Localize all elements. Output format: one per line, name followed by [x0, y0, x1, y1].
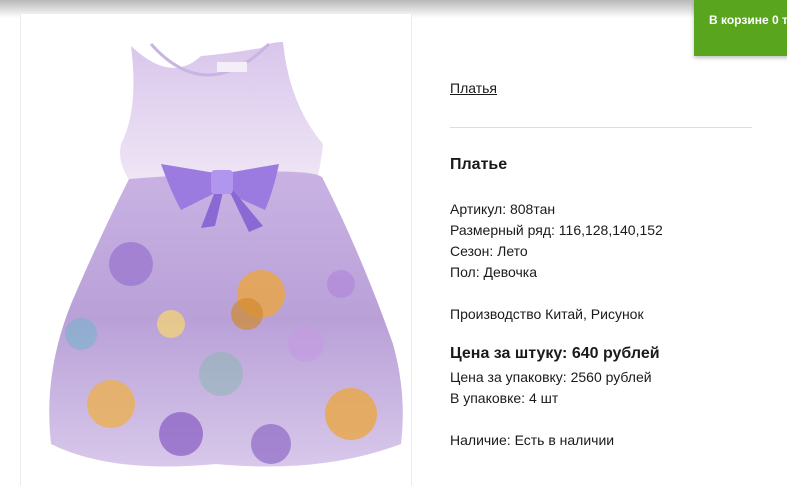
- cart-badge[interactable]: В корзине 0 т: [694, 0, 787, 56]
- product-gender: Пол: Девочка: [450, 264, 538, 280]
- product-title: Платье: [450, 156, 508, 173]
- product-production: Производство Китай, Рисунок: [450, 306, 644, 322]
- product-image[interactable]: [20, 14, 412, 486]
- dress-illustration: [49, 42, 403, 467]
- product-article: Артикул: 808тан: [450, 201, 556, 217]
- divider: [450, 127, 752, 128]
- pack-quantity: В упаковке: 4 шт: [450, 390, 559, 406]
- product-sizes: Размерный ряд: 116,128,140,152: [450, 222, 663, 238]
- product-season: Сезон: Лето: [450, 243, 528, 259]
- price-per-unit: Цена за штуку: 640 рублей: [450, 345, 660, 362]
- price-per-pack: Цена за упаковку: 2560 рублей: [450, 369, 652, 385]
- breadcrumb-category-link[interactable]: Платья: [450, 80, 497, 96]
- availability-status: Наличие: Есть в наличии: [450, 432, 615, 448]
